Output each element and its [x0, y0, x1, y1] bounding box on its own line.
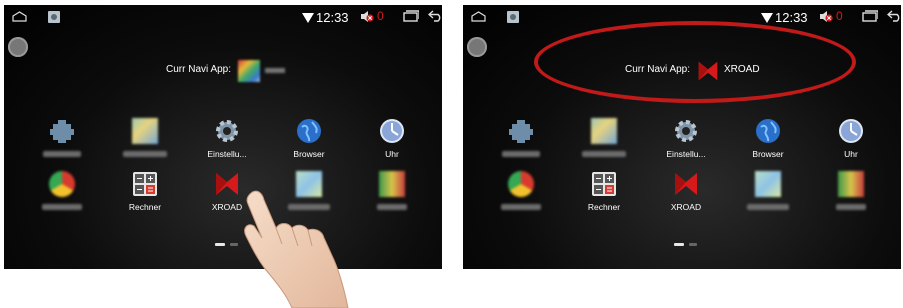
app-label	[501, 204, 541, 210]
xroad-icon	[675, 173, 697, 195]
blurred-app-icon	[238, 60, 260, 82]
chrome-like-icon	[49, 171, 75, 197]
recent-apps-icon[interactable]	[862, 10, 878, 22]
clock-icon	[839, 119, 863, 143]
calculator-icon	[133, 172, 157, 196]
app-label: Einstellu...	[666, 149, 706, 159]
app-label: XROAD	[670, 202, 702, 212]
screen-before: 12:33 0 Curr Navi App: Einstellu... Brow…	[4, 5, 442, 269]
app-label	[377, 204, 407, 210]
globe-icon	[756, 119, 780, 143]
app-blurred-1[interactable]	[105, 118, 185, 157]
settings-puzzle-icon	[509, 120, 533, 143]
app-label: Rechner	[587, 202, 621, 212]
page-dot-active[interactable]	[215, 243, 225, 246]
app-blurred-2[interactable]	[22, 171, 102, 210]
chrome-like-icon	[508, 171, 534, 197]
blurred-app-icon	[838, 171, 864, 197]
app-uhr[interactable]: Uhr	[352, 118, 432, 159]
highlight-ring	[534, 21, 856, 103]
blurred-app-icon	[132, 118, 158, 144]
app-browser[interactable]: Browser	[269, 118, 349, 159]
app-settings-blurred[interactable]	[22, 118, 102, 157]
home-icon[interactable]	[12, 11, 27, 22]
recent-apps-icon[interactable]	[403, 10, 419, 22]
app-label	[836, 204, 866, 210]
app-blurred-1[interactable]	[564, 118, 644, 157]
page-dot[interactable]	[689, 243, 697, 246]
home-icon[interactable]	[471, 11, 486, 22]
app-label: Uhr	[844, 149, 858, 159]
gallery-icon[interactable]	[507, 11, 519, 23]
floating-button[interactable]	[467, 37, 487, 57]
blurred-app-icon	[755, 171, 781, 197]
current-navi-app[interactable]: Curr Navi App:	[4, 58, 442, 84]
gallery-icon[interactable]	[48, 11, 60, 23]
app-label	[123, 151, 167, 157]
pointing-hand-illustration	[244, 190, 349, 308]
wifi-icon	[761, 13, 773, 23]
app-blurred-3[interactable]	[728, 171, 808, 210]
app-uhr[interactable]: Uhr	[811, 118, 891, 159]
app-rechner[interactable]: Rechner	[105, 171, 185, 212]
blurred-app-icon	[591, 118, 617, 144]
calculator-icon	[592, 172, 616, 196]
volume-level: 0	[836, 9, 843, 23]
app-label: Uhr	[385, 149, 399, 159]
app-label: Browser	[752, 149, 784, 159]
gear-icon	[216, 120, 238, 142]
volume-level: 0	[377, 9, 384, 23]
app-label	[582, 151, 626, 157]
volume-muted-icon[interactable]	[360, 10, 374, 23]
blurred-app-name	[265, 68, 285, 73]
back-icon[interactable]	[428, 10, 442, 22]
blurred-app-icon	[379, 171, 405, 197]
status-time: 12:33	[316, 10, 349, 25]
app-label	[42, 204, 82, 210]
app-rechner[interactable]: Rechner	[564, 171, 644, 212]
app-label: Einstellu...	[207, 149, 247, 159]
app-label	[43, 151, 81, 157]
settings-puzzle-icon	[50, 120, 74, 143]
status-bar: 12:33 0	[4, 5, 442, 27]
volume-muted-icon[interactable]	[819, 10, 833, 23]
app-label: Rechner	[128, 202, 162, 212]
gear-icon	[675, 120, 697, 142]
back-icon[interactable]	[887, 10, 901, 22]
status-time: 12:33	[775, 10, 808, 25]
app-settings-blurred[interactable]	[481, 118, 561, 157]
wifi-icon	[302, 13, 314, 23]
globe-icon	[297, 119, 321, 143]
clock-icon	[380, 119, 404, 143]
app-blurred-4[interactable]	[811, 171, 891, 210]
floating-button[interactable]	[8, 37, 28, 57]
app-label	[747, 204, 789, 210]
app-label: Browser	[293, 149, 325, 159]
screen-after: 12:33 0 Curr Navi App: XROAD Einstellu..…	[463, 5, 901, 269]
app-einstellungen[interactable]: Einstellu...	[187, 118, 267, 159]
app-browser[interactable]: Browser	[728, 118, 808, 159]
app-einstellungen[interactable]: Einstellu...	[646, 118, 726, 159]
page-dot-active[interactable]	[674, 243, 684, 246]
app-label	[502, 151, 540, 157]
app-xroad[interactable]: XROAD	[646, 171, 726, 212]
app-blurred-2[interactable]	[481, 171, 561, 210]
navi-label: Curr Navi App:	[166, 64, 232, 75]
